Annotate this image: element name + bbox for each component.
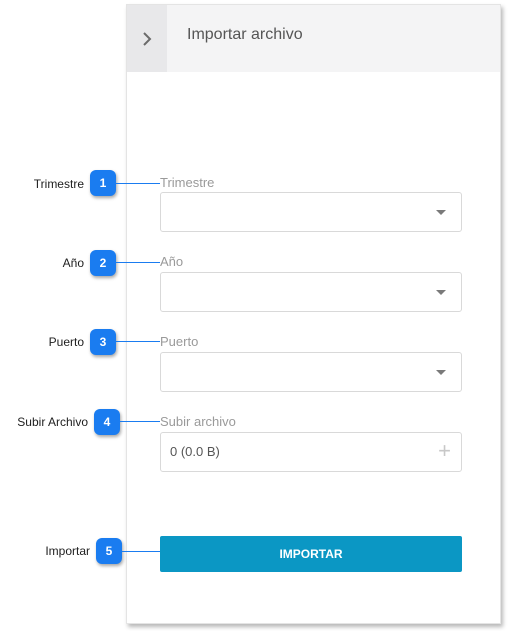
trimestre-select[interactable]	[160, 192, 462, 232]
callout-line-3	[116, 341, 160, 342]
callout-badge-5: 5	[96, 538, 122, 564]
caret-down-icon	[436, 290, 446, 295]
file-upload-field[interactable]: 0 (0.0 B) +	[160, 432, 462, 472]
panel-title: Importar archivo	[187, 26, 303, 43]
panel-collapse-button[interactable]	[127, 5, 167, 72]
callout-label-importar: Importar	[45, 544, 90, 558]
puerto-select[interactable]	[160, 352, 462, 392]
panel-header: Importar archivo	[127, 5, 500, 72]
anio-label: Año	[160, 254, 184, 269]
chevron-right-icon	[143, 31, 152, 46]
import-file-panel: Importar archivo Trimestre Año Puerto Su…	[126, 4, 501, 624]
file-size-value: 0 (0.0 B)	[170, 444, 220, 459]
import-button[interactable]: IMPORTAR	[160, 536, 462, 572]
callout-badge-3: 3	[90, 329, 116, 355]
trimestre-label: Trimestre	[160, 175, 215, 190]
callout-line-5	[122, 551, 160, 552]
callout-badge-4: 4	[94, 409, 120, 435]
puerto-label: Puerto	[160, 334, 199, 349]
callout-line-2	[116, 262, 160, 263]
callout-line-1	[116, 183, 160, 184]
caret-down-icon	[436, 210, 446, 215]
subir-archivo-label: Subir archivo	[160, 414, 236, 429]
add-file-icon[interactable]: +	[438, 439, 451, 463]
callout-label-trimestre: Trimestre	[33, 177, 84, 191]
callout-line-4	[120, 421, 160, 422]
anio-select[interactable]	[160, 272, 462, 312]
callout-label-anio: Año	[62, 256, 84, 270]
callout-label-puerto: Puerto	[48, 335, 84, 349]
callout-badge-2: 2	[90, 250, 116, 276]
screenshot-stage: Importar archivo Trimestre Año Puerto Su…	[0, 0, 508, 631]
caret-down-icon	[436, 370, 446, 375]
callout-badge-1: 1	[90, 170, 116, 196]
callout-label-subir-archivo: Subir Archivo	[17, 415, 88, 429]
